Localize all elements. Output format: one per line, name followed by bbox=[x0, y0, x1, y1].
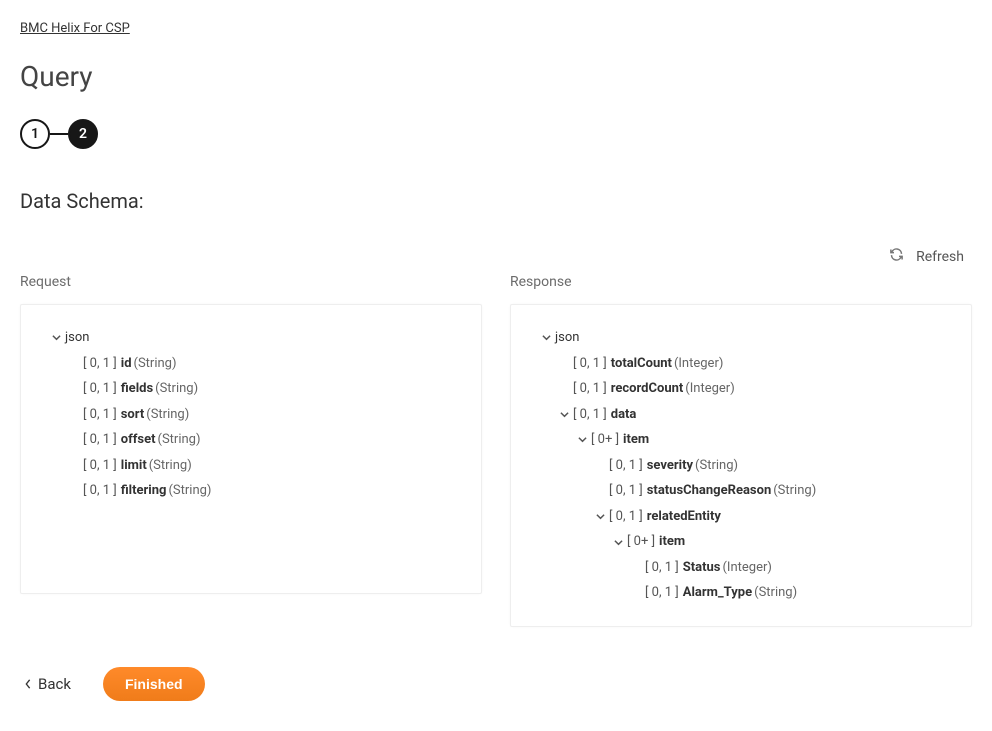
tree-root[interactable]: json bbox=[519, 325, 951, 351]
chevron-down-icon[interactable] bbox=[609, 538, 627, 547]
response-panel: json [ 0, 1 ] totalCount (Integer) [ 0, … bbox=[510, 304, 972, 627]
breadcrumb[interactable]: BMC Helix For CSP bbox=[20, 21, 130, 36]
refresh-icon bbox=[889, 247, 904, 266]
page-title: Query bbox=[20, 60, 972, 93]
response-label: Response bbox=[510, 274, 972, 290]
tree-branch-data[interactable]: [ 0, 1 ] data bbox=[519, 402, 951, 428]
chevron-down-icon[interactable] bbox=[555, 410, 573, 419]
tree-leaf: [ 0, 1 ] statusChangeReason (String) bbox=[519, 478, 951, 504]
tree-root[interactable]: json bbox=[29, 325, 461, 351]
tree-leaf: [ 0, 1 ]limit (String) bbox=[29, 453, 461, 479]
chevron-left-icon bbox=[24, 675, 32, 693]
chevron-down-icon[interactable] bbox=[573, 435, 591, 444]
data-schema-heading: Data Schema: bbox=[20, 189, 972, 213]
chevron-down-icon[interactable] bbox=[47, 333, 65, 342]
tree-leaf: [ 0, 1 ] totalCount (Integer) bbox=[519, 351, 951, 377]
actions-bar: Back Finished bbox=[20, 667, 972, 701]
tree-leaf: [ 0, 1 ] recordCount (Integer) bbox=[519, 376, 951, 402]
tree-leaf: [ 0, 1 ] Status (Integer) bbox=[519, 555, 951, 581]
request-label: Request bbox=[20, 274, 482, 290]
tree-branch-item[interactable]: [ 0+ ] item bbox=[519, 427, 951, 453]
back-label: Back bbox=[38, 675, 71, 693]
request-panel: json [ 0, 1 ]id (String)[ 0, 1 ]fields (… bbox=[20, 304, 482, 594]
refresh-button[interactable]: Refresh bbox=[881, 243, 972, 270]
tree-leaf: [ 0, 1 ]sort (String) bbox=[29, 402, 461, 428]
tree-leaf: [ 0, 1 ]fields (String) bbox=[29, 376, 461, 402]
refresh-label: Refresh bbox=[916, 249, 964, 265]
root-label: json bbox=[555, 329, 579, 347]
tree-leaf: [ 0, 1 ]id (String) bbox=[29, 351, 461, 377]
chevron-down-icon[interactable] bbox=[591, 512, 609, 521]
tree-leaf: [ 0, 1 ] severity (String) bbox=[519, 453, 951, 479]
step-2[interactable]: 2 bbox=[68, 119, 98, 149]
tree-leaf: [ 0, 1 ]filtering (String) bbox=[29, 478, 461, 504]
tree-branch-item[interactable]: [ 0+ ] item bbox=[519, 529, 951, 555]
tree-leaf: [ 0, 1 ] Alarm_Type (String) bbox=[519, 580, 951, 606]
back-button[interactable]: Back bbox=[20, 669, 75, 699]
stepper: 1 2 bbox=[20, 119, 972, 149]
step-connector bbox=[50, 133, 68, 135]
chevron-down-icon[interactable] bbox=[537, 333, 555, 342]
response-column: Response json [ 0, 1 ] totalCount (Integ… bbox=[510, 274, 972, 627]
tree-branch-related-entity[interactable]: [ 0, 1 ] relatedEntity bbox=[519, 504, 951, 530]
step-1[interactable]: 1 bbox=[20, 119, 50, 149]
tree-leaf: [ 0, 1 ]offset (String) bbox=[29, 427, 461, 453]
finished-button[interactable]: Finished bbox=[103, 667, 205, 701]
root-label: json bbox=[65, 329, 89, 347]
request-column: Request json [ 0, 1 ]id (String)[ 0, 1 ]… bbox=[20, 274, 482, 627]
